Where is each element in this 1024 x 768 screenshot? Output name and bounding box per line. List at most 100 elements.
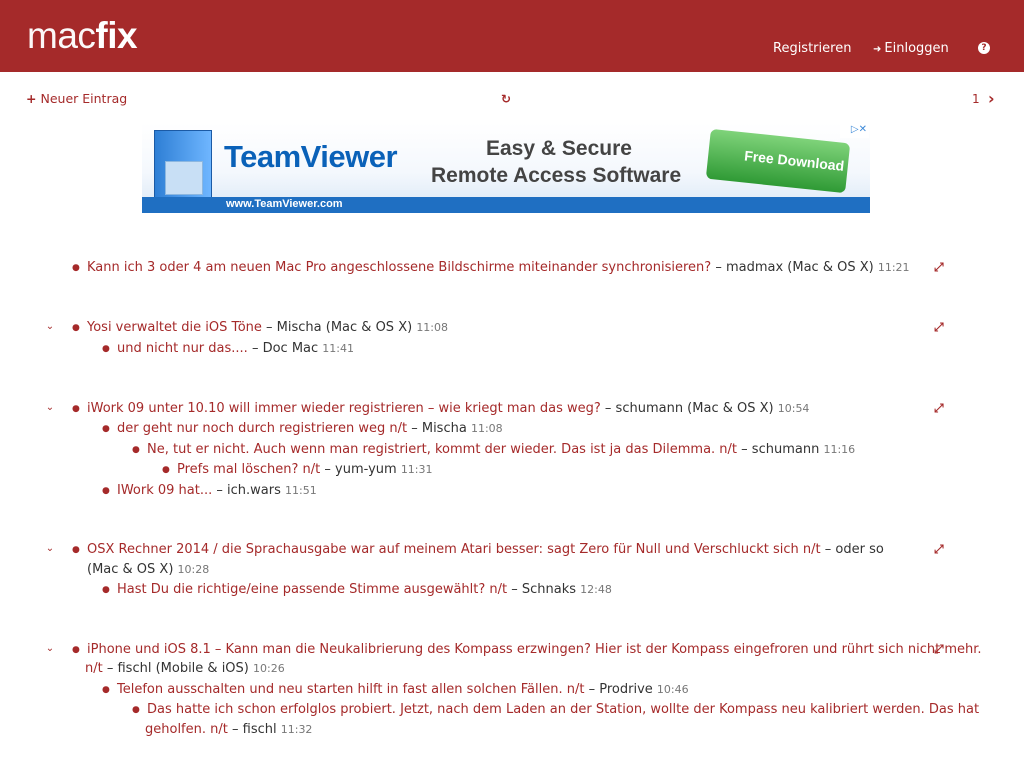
thread-item: ● iPhone und iOS 8.1 – Kann man die Neuk…: [72, 641, 982, 659]
thread-time: 10:28: [177, 563, 210, 576]
reply-item: ● Prefs mal löschen? n/t – yum-yum 11:31: [162, 461, 433, 479]
page-number[interactable]: 1: [972, 92, 980, 106]
thread-time: 11:08: [416, 321, 449, 334]
refresh-icon[interactable]: ↻: [499, 92, 513, 106]
reply-title[interactable]: der geht nur noch durch registrieren weg…: [117, 421, 407, 436]
reply-title[interactable]: Das hatte ich schon erfolglos probiert. …: [147, 702, 979, 717]
reply-time: 11:51: [285, 484, 317, 497]
reply-title[interactable]: Prefs mal löschen? n/t: [177, 462, 320, 477]
thread-author: – fischl (Mobile & iOS): [102, 661, 249, 676]
thread-author: – madmax (Mac & OS X): [711, 260, 874, 275]
reply-item: ● Ne, tut er nicht. Auch wenn man regist…: [132, 441, 855, 459]
ad-choices-icon[interactable]: ▷✕: [840, 124, 869, 138]
thread-author: – schumann (Mac & OS X): [600, 401, 774, 416]
reply-time: 11:31: [400, 463, 433, 476]
thread-title[interactable]: Kann ich 3 oder 4 am neuen Mac Pro anges…: [87, 260, 711, 275]
reply-author: – Doc Mac: [247, 341, 319, 356]
reply-item: ● der geht nur noch durch registrieren w…: [102, 420, 503, 438]
bullet-icon: ●: [72, 545, 80, 555]
reply-time: 12:48: [580, 583, 612, 596]
login-label: Einloggen: [884, 41, 949, 56]
thread-time: 10:54: [777, 402, 810, 415]
bullet-icon: ●: [72, 404, 80, 414]
reply-title[interactable]: geholfen. n/t: [145, 722, 228, 737]
bullet-icon: ●: [72, 263, 80, 273]
thread-title[interactable]: iPhone und iOS 8.1 – Kann man die Neukal…: [87, 642, 982, 657]
bullet-icon: ●: [72, 645, 80, 655]
expand-icon[interactable]: ⤢: [934, 320, 946, 334]
reply-item: ● Telefon ausschalten und neu starten hi…: [102, 681, 689, 699]
ad-brand: TeamViewer: [224, 139, 398, 174]
reply-author: – Schnaks: [507, 582, 577, 597]
reply-title[interactable]: Ne, tut er nicht. Auch wenn man registri…: [147, 442, 737, 457]
thread-item-continuation: n/t – fischl (Mobile & iOS) 10:26: [85, 660, 285, 678]
bullet-icon: ●: [102, 486, 110, 496]
reply-author: – yum-yum: [320, 462, 397, 477]
thread-item: ● OSX Rechner 2014 / die Sprachausgabe w…: [72, 541, 884, 559]
reply-author: – Mischa: [407, 421, 467, 436]
ad-cta-label: Free Download: [743, 147, 846, 174]
thread-author: – Mischa (Mac & OS X): [261, 320, 413, 335]
collapse-chevron-icon[interactable]: ⌄: [44, 643, 56, 654]
reply-time: 11:32: [280, 723, 313, 736]
register-link[interactable]: Registrieren: [773, 41, 851, 56]
reply-author: – schumann: [737, 442, 820, 457]
reply-title[interactable]: und nicht nur das....: [117, 341, 248, 356]
bullet-icon: ●: [72, 323, 80, 333]
site-logo[interactable]: macfix: [27, 14, 138, 58]
reply-time: 11:08: [470, 422, 503, 435]
thread-item: ● iWork 09 unter 10.10 will immer wieder…: [72, 400, 810, 418]
logo-bold-text: fix: [95, 15, 138, 56]
reply-title[interactable]: IWork 09 hat...: [117, 483, 212, 498]
bullet-icon: ●: [102, 585, 110, 595]
bullet-icon: ●: [132, 445, 140, 455]
expand-icon[interactable]: ⤢: [934, 542, 946, 556]
expand-icon[interactable]: ⤢: [934, 260, 946, 274]
expand-icon[interactable]: ⤢: [934, 642, 946, 656]
bullet-icon: ●: [102, 344, 110, 354]
collapse-chevron-icon[interactable]: ⌄: [44, 402, 56, 413]
thread-title[interactable]: iWork 09 unter 10.10 will immer wieder r…: [87, 401, 601, 416]
reply-author: – ich.wars: [212, 483, 281, 498]
ad-slogan-line2: Remote Access Software: [431, 164, 682, 187]
reply-title[interactable]: Hast Du die richtige/eine passende Stimm…: [117, 582, 507, 597]
expand-icon[interactable]: ⤢: [934, 401, 946, 415]
ad-banner[interactable]: TeamViewer Easy & Secure Remote Access S…: [142, 123, 870, 213]
reply-item: ● Hast Du die richtige/eine passende Sti…: [102, 581, 612, 599]
login-icon: ➜: [873, 44, 882, 55]
thread-item: ● Yosi verwaltet die iOS Töne – Mischa (…: [72, 319, 449, 337]
reply-title[interactable]: Telefon ausschalten und neu starten hilf…: [117, 682, 584, 697]
thread-time: 10:26: [253, 662, 285, 675]
thread-author: (Mac & OS X): [87, 562, 174, 577]
help-icon[interactable]: ?: [978, 42, 990, 54]
bullet-icon: ●: [132, 705, 140, 715]
ad-url: www.TeamViewer.com: [226, 198, 343, 210]
ad-slogan-line1: Easy & Secure: [486, 137, 632, 160]
ad-download-button[interactable]: Free Download: [705, 128, 851, 194]
reply-author: – fischl: [227, 722, 277, 737]
thread-time: 11:21: [877, 261, 910, 274]
thread-title[interactable]: n/t: [85, 661, 103, 676]
next-page-icon[interactable]: ›: [988, 89, 995, 108]
thread-title[interactable]: OSX Rechner 2014 / die Sprachausgabe war…: [87, 542, 821, 557]
bullet-icon: ●: [102, 685, 110, 695]
collapse-chevron-icon[interactable]: ⌄: [44, 543, 56, 554]
reply-item: ● IWork 09 hat... – ich.wars 11:51: [102, 482, 317, 500]
reply-time: 10:46: [656, 683, 689, 696]
bullet-icon: ●: [102, 424, 110, 434]
login-link[interactable]: ➜ Einloggen: [873, 41, 949, 56]
plus-icon: +: [26, 91, 37, 106]
thread-title[interactable]: Yosi verwaltet die iOS Töne: [87, 320, 262, 335]
reply-time: 11:41: [322, 342, 354, 355]
new-entry-button[interactable]: + Neuer Eintrag: [26, 91, 127, 106]
reply-item-continuation: geholfen. n/t – fischl 11:32: [145, 721, 312, 739]
logo-light-text: mac: [27, 15, 96, 56]
ad-url-bar: www.TeamViewer.com: [142, 197, 870, 213]
collapse-chevron-icon[interactable]: ⌄: [44, 321, 56, 332]
thread-author: – oder so: [820, 542, 884, 557]
top-navbar: macfix Registrieren ➜ Einloggen ?: [0, 0, 1024, 72]
new-entry-label: Neuer Eintrag: [40, 91, 128, 106]
reply-author: – Prodrive: [584, 682, 653, 697]
thread-item-continuation: (Mac & OS X) 10:28: [87, 561, 209, 579]
thread-item: ● Kann ich 3 oder 4 am neuen Mac Pro ang…: [72, 259, 910, 277]
